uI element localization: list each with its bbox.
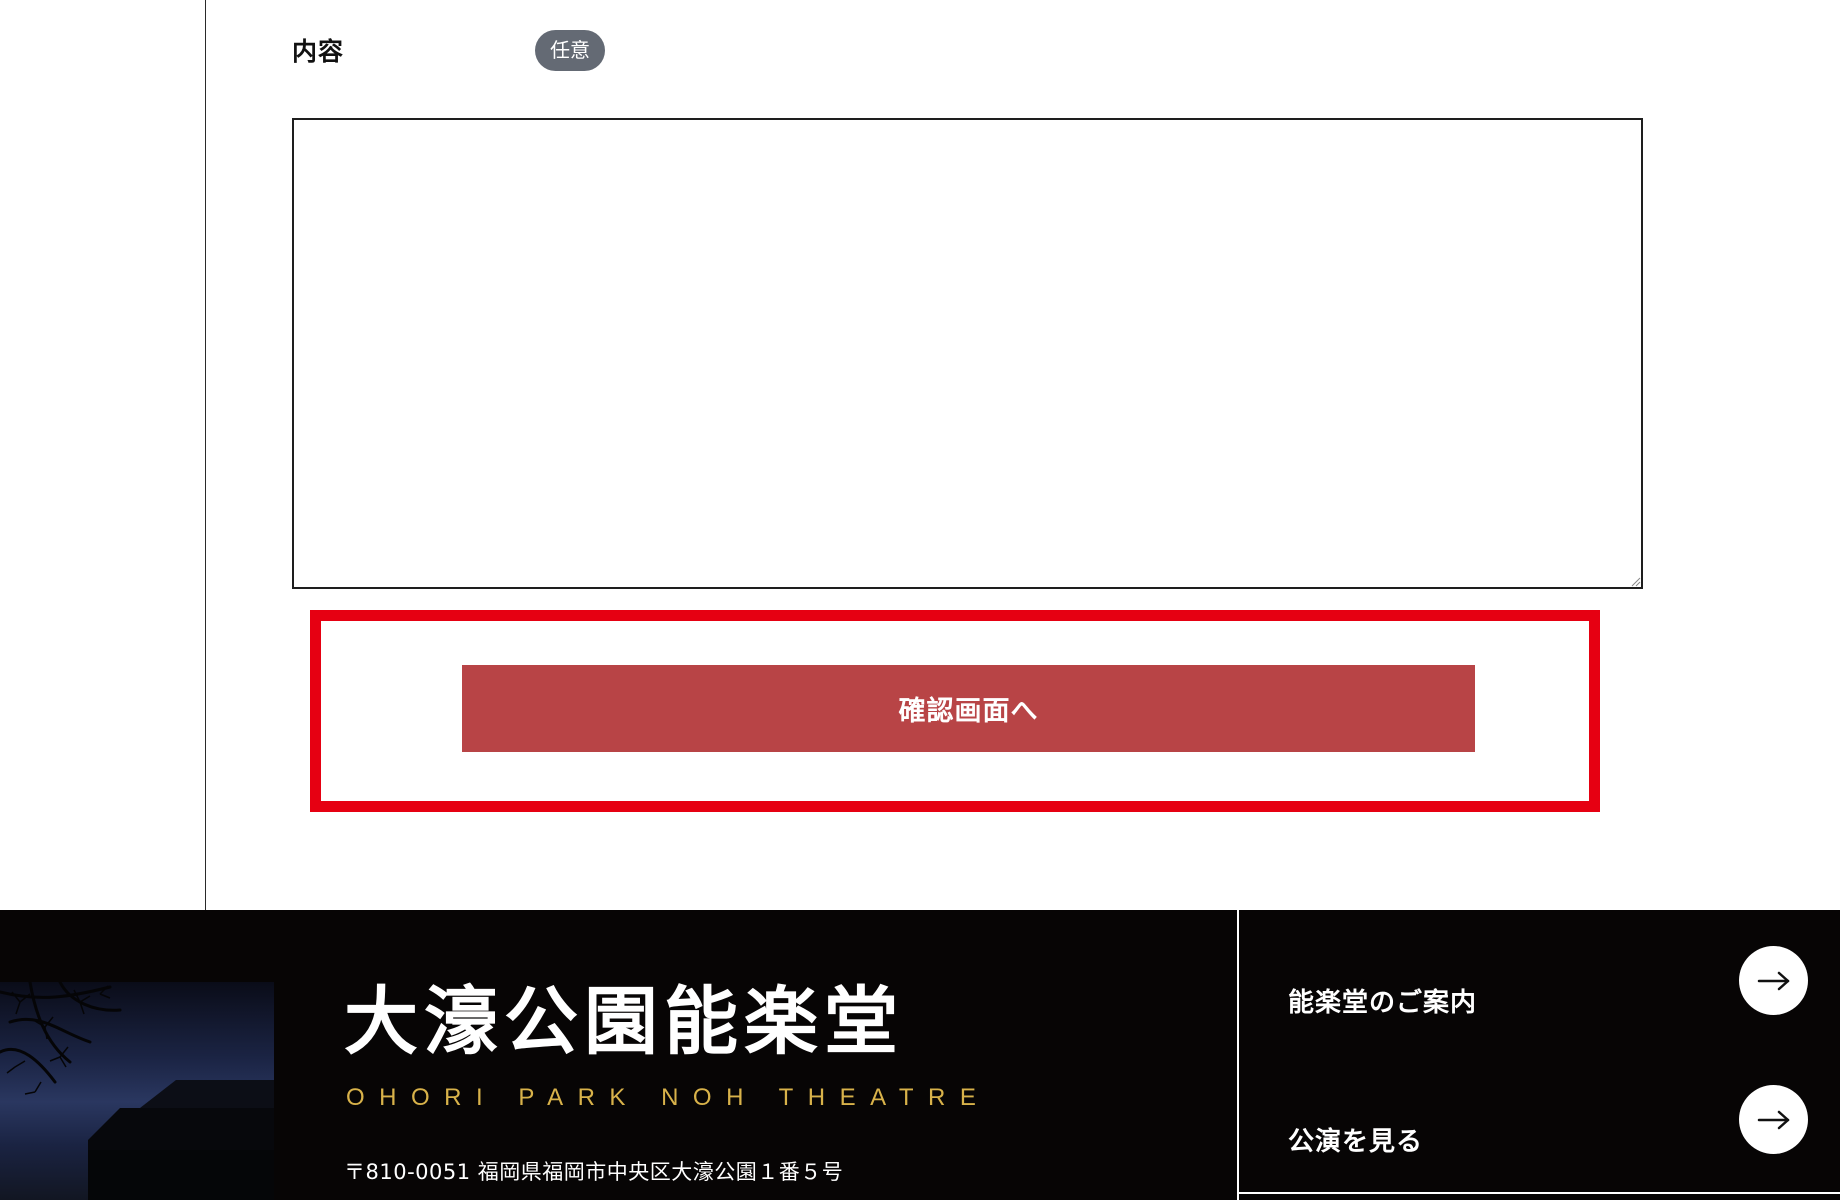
confirm-screen-button[interactable]: 確認画面へ <box>462 665 1475 752</box>
footer-vertical-divider <box>1237 910 1239 1200</box>
theatre-logo-english: OHORI PARK NOH THEATRE <box>346 1084 991 1111</box>
footer-nav-guide-arrow-button[interactable] <box>1739 946 1808 1015</box>
footer-nav-performances-link[interactable]: 公演を見る <box>1288 1121 1423 1158</box>
theatre-silhouette-icon <box>0 982 274 1200</box>
content-textarea[interactable] <box>292 118 1643 589</box>
site-footer: 大濠公園能楽堂 OHORI PARK NOH THEATRE 〒810-0051… <box>0 910 1840 1200</box>
content-field-label: 内容 <box>292 37 345 66</box>
arrow-right-icon <box>1757 971 1789 990</box>
theatre-night-photo <box>0 982 274 1200</box>
page: 内容 任意 確認画面へ 大濠公園能楽堂 OHORI PARK NOH THEAT… <box>0 0 1840 1200</box>
theatre-logo-japanese: 大濠公園能楽堂 <box>344 979 904 1065</box>
footer-nav-bottom-divider <box>1239 1192 1840 1194</box>
arrow-right-icon <box>1757 1110 1789 1129</box>
content-left-divider <box>205 0 206 910</box>
optional-badge: 任意 <box>535 30 605 71</box>
theatre-address: 〒810-0051 福岡県福岡市中央区大濠公園１番５号 <box>344 1160 844 1184</box>
resize-grip-icon[interactable] <box>1629 575 1641 587</box>
footer-nav-performances-arrow-button[interactable] <box>1739 1085 1808 1154</box>
footer-nav-guide-link[interactable]: 能楽堂のご案内 <box>1288 982 1477 1019</box>
